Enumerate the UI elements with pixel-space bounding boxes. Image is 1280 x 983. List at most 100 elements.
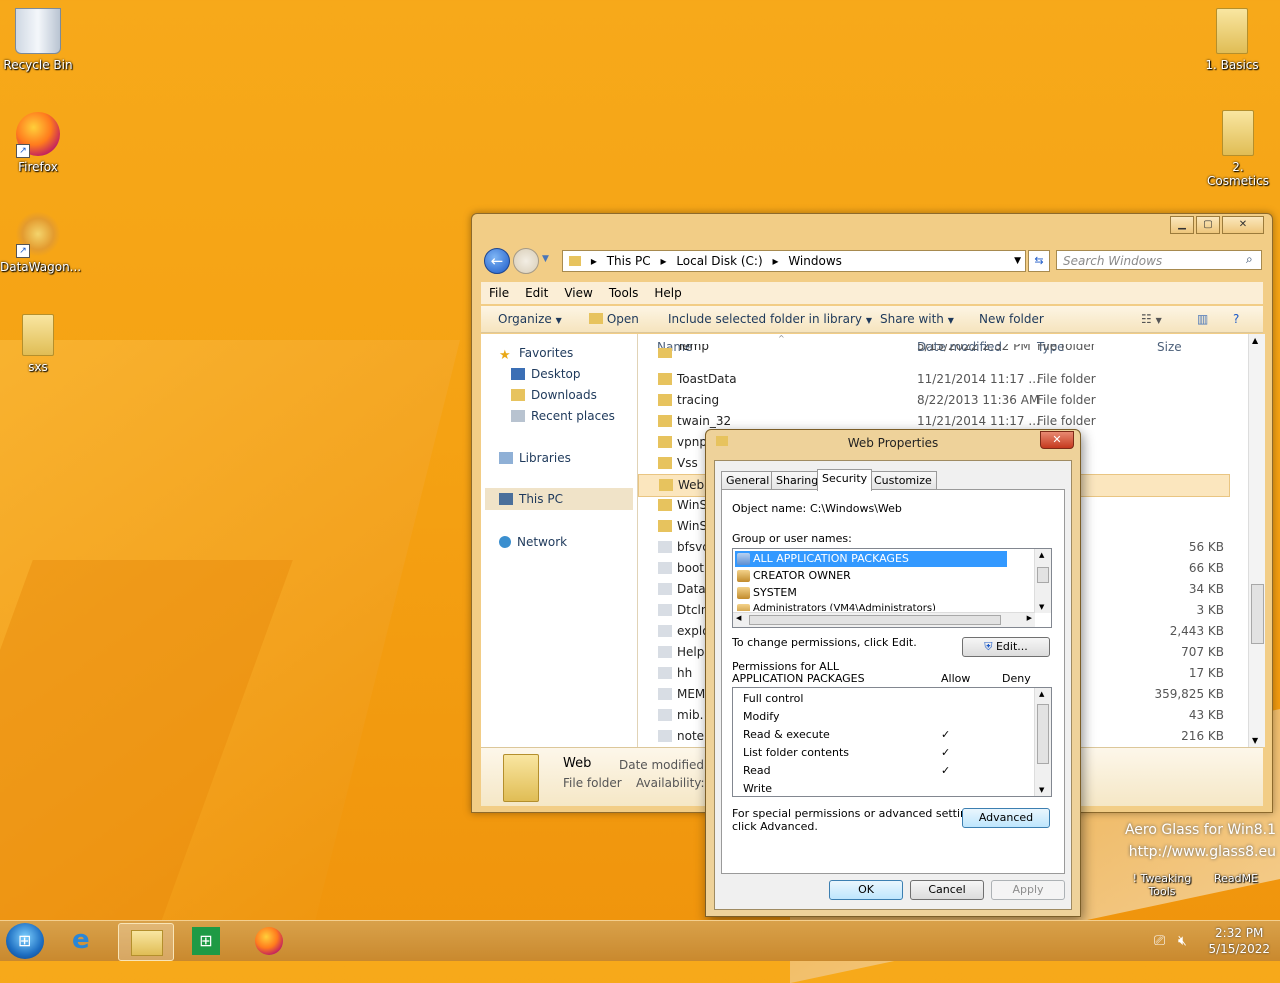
search-icon[interactable]: ⌕ bbox=[1246, 252, 1253, 267]
desktop-icon-tweaking-tools[interactable]: ! Tweaking Tools bbox=[1124, 872, 1200, 898]
scrollbar-thumb[interactable] bbox=[1037, 567, 1049, 583]
window-controls: ▁ ▢ ✕ bbox=[1170, 216, 1264, 234]
cancel-button[interactable]: Cancel bbox=[910, 880, 984, 900]
nav-desktop[interactable]: Desktop bbox=[511, 367, 581, 381]
preview-pane-icon[interactable]: ▥ bbox=[1197, 306, 1208, 332]
edit-button[interactable]: ⛨ Edit... bbox=[962, 637, 1050, 657]
user-group-icon bbox=[737, 570, 750, 582]
breadcrumb-local-disk[interactable]: Local Disk (C:) bbox=[676, 254, 762, 268]
clock[interactable]: 2:32 PM 5/15/2022 bbox=[1208, 925, 1270, 957]
minimize-button[interactable]: ▁ bbox=[1170, 216, 1194, 234]
help-icon[interactable]: ? bbox=[1233, 306, 1239, 332]
tab-general[interactable]: General bbox=[721, 471, 775, 490]
taskbar-store[interactable]: ⊞ bbox=[180, 923, 234, 959]
menu-view[interactable]: View bbox=[556, 282, 600, 304]
volume-muted-icon[interactable]: 🔇︎ bbox=[1178, 933, 1187, 949]
group-list-vscroll[interactable]: ▲ ▼ bbox=[1034, 549, 1051, 613]
network-tray-icon[interactable]: ⎚ bbox=[1154, 933, 1165, 949]
permission-row: Read ✓ bbox=[733, 762, 1033, 780]
scroll-down-icon[interactable]: ▼ bbox=[1252, 736, 1258, 745]
nav-libraries[interactable]: Libraries bbox=[499, 451, 571, 465]
list-item[interactable]: CREATOR OWNER bbox=[735, 568, 1007, 584]
file-icon bbox=[658, 646, 672, 658]
menu-edit[interactable]: Edit bbox=[517, 282, 556, 304]
list-item[interactable]: SYSTEM bbox=[735, 585, 1007, 601]
maximize-button[interactable]: ▢ bbox=[1196, 216, 1220, 234]
tab-customize[interactable]: Customize bbox=[869, 471, 937, 490]
open-button[interactable]: Open bbox=[589, 306, 639, 332]
file-list-scrollbar[interactable]: ▲ ▼ bbox=[1248, 334, 1265, 747]
scroll-up-icon[interactable]: ▲ bbox=[1039, 690, 1044, 698]
tab-sharing[interactable]: Sharing bbox=[771, 471, 824, 490]
scroll-down-icon[interactable]: ▼ bbox=[1039, 603, 1044, 611]
desktop-icon-readme[interactable]: ReadME bbox=[1198, 872, 1274, 885]
menu-file[interactable]: File bbox=[481, 282, 517, 304]
nav-favorites[interactable]: ★ Favorites bbox=[499, 346, 573, 363]
permission-name: Write bbox=[743, 782, 773, 795]
allow-check-icon: ✓ bbox=[941, 764, 951, 777]
table-row[interactable]: Temp 5/15/2022 2:32 PM File folder bbox=[638, 344, 1228, 358]
new-folder-button[interactable]: New folder bbox=[979, 306, 1044, 332]
forward-button[interactable] bbox=[513, 248, 539, 274]
view-options-icon[interactable]: ☷ ▼ bbox=[1141, 306, 1162, 334]
start-button[interactable]: ⊞ bbox=[6, 923, 44, 959]
allow-check-icon: ✓ bbox=[941, 728, 951, 741]
taskbar-internet-explorer[interactable]: e bbox=[58, 923, 112, 959]
nav-recent-places[interactable]: Recent places bbox=[511, 409, 615, 423]
list-item[interactable]: Administrators (VM4\Administrators) bbox=[735, 602, 1007, 611]
address-bar[interactable]: ▸ This PC ▸ Local Disk (C:) ▸ Windows ▼ bbox=[562, 250, 1026, 272]
recent-locations-chevron-icon[interactable]: ▼ bbox=[542, 254, 549, 264]
ok-button[interactable]: OK bbox=[829, 880, 903, 900]
menu-help[interactable]: Help bbox=[646, 282, 689, 304]
menu-tools[interactable]: Tools bbox=[601, 282, 647, 304]
file-name: vpnp bbox=[677, 435, 707, 449]
include-in-library-button[interactable]: Include selected folder in library ▼ bbox=[668, 306, 872, 334]
permission-row: Write bbox=[733, 780, 1033, 796]
permissions-vscroll[interactable]: ▲ ▼ bbox=[1034, 688, 1051, 796]
advanced-button[interactable]: Advanced bbox=[962, 808, 1050, 828]
apply-button[interactable]: Apply bbox=[991, 880, 1065, 900]
table-row[interactable]: ToastData 11/21/2014 11:17 ... File folder bbox=[638, 369, 1228, 390]
scroll-up-icon[interactable]: ▲ bbox=[1039, 551, 1044, 559]
back-button[interactable]: ← bbox=[484, 248, 510, 274]
desktop-icon-firefox[interactable]: ↗ Firefox bbox=[0, 112, 76, 174]
group-list-hscroll[interactable]: ◀ ▶ bbox=[733, 612, 1035, 627]
file-name: note bbox=[677, 729, 705, 743]
folder-icon bbox=[1216, 8, 1248, 54]
tab-security[interactable]: Security bbox=[817, 469, 873, 491]
address-dropdown-icon[interactable]: ▼ bbox=[1014, 251, 1021, 271]
properties-dialog[interactable]: Web Properties ✕ General Sharing Securit… bbox=[705, 429, 1081, 917]
nav-label: Desktop bbox=[531, 367, 581, 381]
desktop-icon-cosmetics[interactable]: 2. Cosmetics bbox=[1200, 110, 1276, 188]
scroll-up-icon[interactable]: ▲ bbox=[1252, 336, 1258, 345]
scroll-down-icon[interactable]: ▼ bbox=[1039, 786, 1044, 794]
scrollbar-thumb[interactable] bbox=[1037, 704, 1049, 764]
table-row[interactable]: tracing 8/22/2013 11:36 AM File folder bbox=[638, 390, 1228, 411]
nav-this-pc[interactable]: This PC bbox=[485, 488, 633, 510]
store-icon: ⊞ bbox=[192, 927, 220, 955]
group-listbox[interactable]: ALL APPLICATION PACKAGES CREATOR OWNER S… bbox=[732, 548, 1052, 628]
desktop-icon-recycle-bin[interactable]: Recycle Bin bbox=[0, 8, 76, 72]
scroll-left-icon[interactable]: ◀ bbox=[736, 614, 741, 622]
close-button[interactable]: ✕ bbox=[1222, 216, 1264, 234]
scroll-right-icon[interactable]: ▶ bbox=[1027, 614, 1032, 622]
permission-name: Read bbox=[743, 764, 771, 777]
scrollbar-thumb[interactable] bbox=[1251, 584, 1264, 644]
search-input[interactable]: Search Windows bbox=[1056, 250, 1262, 270]
organize-button[interactable]: Organize ▼ bbox=[498, 306, 562, 334]
nav-network[interactable]: Network bbox=[499, 535, 567, 549]
nav-downloads[interactable]: Downloads bbox=[511, 388, 597, 402]
scrollbar-thumb[interactable] bbox=[749, 615, 1001, 625]
desktop-icon-basics[interactable]: 1. Basics bbox=[1194, 8, 1270, 72]
refresh-button[interactable]: ⇆ bbox=[1028, 250, 1050, 272]
taskbar-file-explorer[interactable] bbox=[118, 923, 174, 961]
taskbar-firefox[interactable] bbox=[242, 923, 296, 959]
breadcrumb-windows[interactable]: Windows bbox=[788, 254, 842, 268]
list-item[interactable]: ALL APPLICATION PACKAGES bbox=[735, 551, 1007, 567]
breadcrumb-this-pc[interactable]: This PC bbox=[607, 254, 651, 268]
desktop-icon-datawagon[interactable]: ↗ DataWagon... bbox=[0, 212, 81, 274]
folder-icon bbox=[1222, 110, 1254, 156]
share-with-button[interactable]: Share with ▼ bbox=[880, 306, 954, 334]
desktop-icon-sxs[interactable]: sxs bbox=[0, 314, 76, 374]
dialog-close-button[interactable]: ✕ bbox=[1040, 431, 1074, 449]
